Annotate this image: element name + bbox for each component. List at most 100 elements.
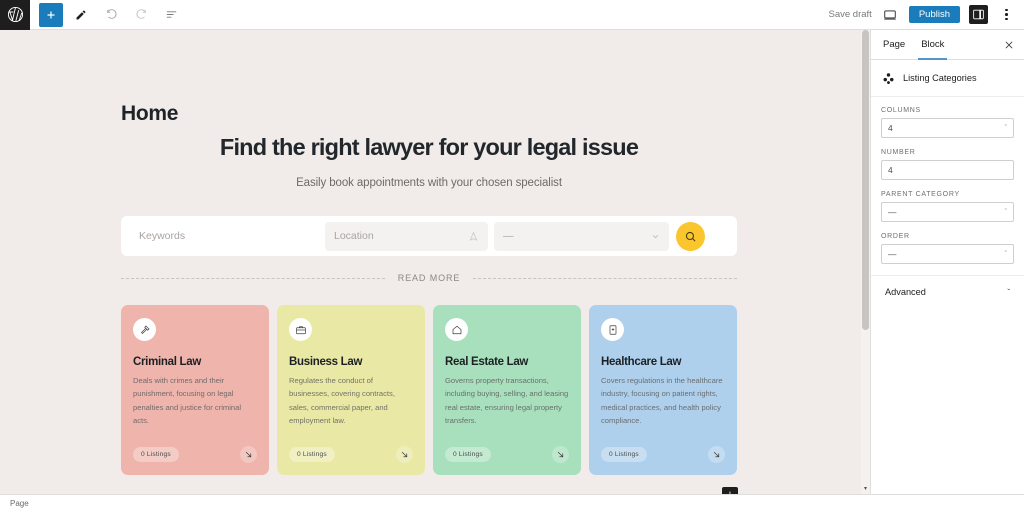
chevron-down-icon [651, 232, 660, 241]
editor-canvas: Home Find the right lawyer for your lega… [0, 30, 870, 494]
chevron-down-icon: ˇ [1004, 250, 1007, 258]
columns-select[interactable]: 4 ˇ [881, 118, 1014, 138]
field-value: — [888, 249, 897, 259]
listings-count-badge: 0 Listings [133, 447, 179, 462]
keywords-input[interactable]: Keywords [127, 230, 325, 242]
settings-sidebar: Page Block Listing Categories COLUMNS 4 … [870, 30, 1024, 494]
tab-block[interactable]: Block [913, 30, 952, 60]
card-title: Healthcare Law [601, 356, 682, 368]
listings-count-badge: 0 Listings [289, 447, 335, 462]
divider-line-right [473, 277, 738, 279]
category-selected-value: — [503, 230, 514, 242]
settings-sidebar-icon[interactable] [969, 5, 988, 24]
top-bar-left-tools [30, 2, 186, 27]
editor-window: Save draft Publish Home Find the right l… [0, 0, 1024, 512]
redo-arrow-icon[interactable] [129, 3, 153, 27]
read-more-divider: READ MORE [121, 273, 738, 283]
breadcrumb[interactable]: Page [10, 499, 29, 508]
divider-line-left [121, 277, 385, 279]
scroll-down-arrow-icon[interactable]: ▾ [862, 485, 869, 492]
briefcase-icon [289, 318, 312, 341]
card-description: Regulates the conduct of businesses, cov… [289, 376, 395, 425]
page-title[interactable]: Home [121, 102, 178, 126]
selected-block-row: Listing Categories [871, 60, 1024, 97]
hero-section: Find the right lawyer for your legal iss… [121, 134, 737, 189]
order-select[interactable]: — ˇ [881, 244, 1014, 264]
card-title: Business Law [289, 356, 363, 368]
card-description: Covers regulations in the healthcare ind… [601, 376, 723, 425]
gavel-icon [133, 318, 156, 341]
desktop-preview-icon[interactable] [881, 5, 900, 24]
block-settings-panel: COLUMNS 4 ˇ NUMBER 4 PARENT CATEGORY — ˇ… [871, 97, 1024, 308]
arrow-down-right-icon[interactable] [240, 446, 257, 463]
add-block-toolbar-button[interactable] [39, 2, 63, 27]
chevron-down-icon: ˇ [1004, 208, 1007, 216]
read-more-label[interactable]: READ MORE [385, 273, 474, 283]
location-input[interactable]: Location [325, 221, 488, 251]
publish-button[interactable]: Publish [908, 5, 960, 24]
card-title: Criminal Law [133, 356, 201, 368]
category-select[interactable]: — [494, 221, 669, 251]
undo-arrow-icon[interactable] [99, 3, 123, 27]
category-card-business-law[interactable]: Business Law Regulates the conduct of bu… [277, 305, 425, 475]
card-footer: 0 Listings [289, 446, 413, 463]
close-x-icon[interactable] [998, 34, 1020, 56]
field-number: NUMBER 4 [881, 149, 1014, 180]
card-footer: 0 Listings [445, 446, 569, 463]
arrow-down-right-icon[interactable] [552, 446, 569, 463]
location-placeholder: Location [334, 230, 374, 242]
hero-heading[interactable]: Find the right lawyer for your legal iss… [121, 134, 737, 161]
card-description: Governs property transactions, including… [445, 376, 569, 425]
canvas-scrollbar-thumb[interactable] [862, 30, 869, 330]
pencil-icon[interactable] [69, 3, 93, 27]
category-card-real-estate-law[interactable]: Real Estate Law Governs property transac… [433, 305, 581, 475]
listings-count-badge: 0 Listings [601, 447, 647, 462]
arrow-down-right-icon[interactable] [396, 446, 413, 463]
hero-subheading[interactable]: Easily book appointments with your chose… [121, 177, 737, 189]
field-value: 4 [888, 165, 893, 175]
listing-categories-grid: Criminal Law Deals with crimes and their… [121, 305, 737, 475]
parent-category-select[interactable]: — ˇ [881, 202, 1014, 222]
sidebar-tabs: Page Block [871, 30, 1024, 60]
field-label: ORDER [881, 233, 910, 240]
field-label: COLUMNS [881, 107, 921, 114]
field-label: NUMBER [881, 149, 916, 156]
card-description: Deals with crimes and their punishment, … [133, 376, 242, 425]
listings-count-badge: 0 Listings [445, 447, 491, 462]
field-columns: COLUMNS 4 ˇ [881, 107, 1014, 138]
map-pin-icon [468, 231, 479, 242]
wordpress-logo-icon[interactable] [0, 0, 30, 30]
arrow-down-right-icon[interactable] [708, 446, 725, 463]
document-overview-icon[interactable] [159, 3, 183, 27]
field-parent-category: PARENT CATEGORY — ˇ [881, 191, 1014, 222]
editor-top-bar: Save draft Publish [0, 0, 1024, 30]
editor-status-bar: Page [0, 494, 1024, 512]
field-value: — [888, 207, 897, 217]
number-input[interactable]: 4 [881, 160, 1014, 180]
field-order: ORDER — ˇ [881, 233, 1014, 264]
advanced-label: Advanced [885, 287, 926, 297]
listing-search-bar: Keywords Location — [121, 216, 737, 256]
top-bar-right-tools: Save draft Publish [829, 5, 1024, 24]
advanced-panel-toggle[interactable]: Advanced ˇ [871, 275, 1024, 308]
canvas-add-block-button[interactable]: + [722, 487, 738, 494]
field-label: PARENT CATEGORY [881, 191, 960, 198]
canvas-scrollbar[interactable]: ▾ [861, 30, 870, 494]
page-preview[interactable]: Home Find the right lawyer for your lega… [0, 30, 870, 494]
kebab-menu-icon[interactable] [997, 5, 1016, 24]
chevron-down-icon: ˇ [1004, 124, 1007, 132]
category-card-healthcare-law[interactable]: Healthcare Law Covers regulations in the… [589, 305, 737, 475]
house-icon [445, 318, 468, 341]
tab-page[interactable]: Page [875, 30, 913, 60]
category-card-criminal-law[interactable]: Criminal Law Deals with crimes and their… [121, 305, 269, 475]
field-value: 4 [888, 123, 893, 133]
editor-body: Home Find the right lawyer for your lega… [0, 30, 1024, 494]
listing-categories-icon [881, 71, 895, 85]
card-title: Real Estate Law [445, 356, 529, 368]
medical-book-icon [601, 318, 624, 341]
chevron-down-icon: ˇ [1007, 287, 1010, 297]
save-draft-button[interactable]: Save draft [829, 9, 872, 20]
search-button[interactable] [676, 221, 705, 251]
card-footer: 0 Listings [133, 446, 257, 463]
card-footer: 0 Listings [601, 446, 725, 463]
